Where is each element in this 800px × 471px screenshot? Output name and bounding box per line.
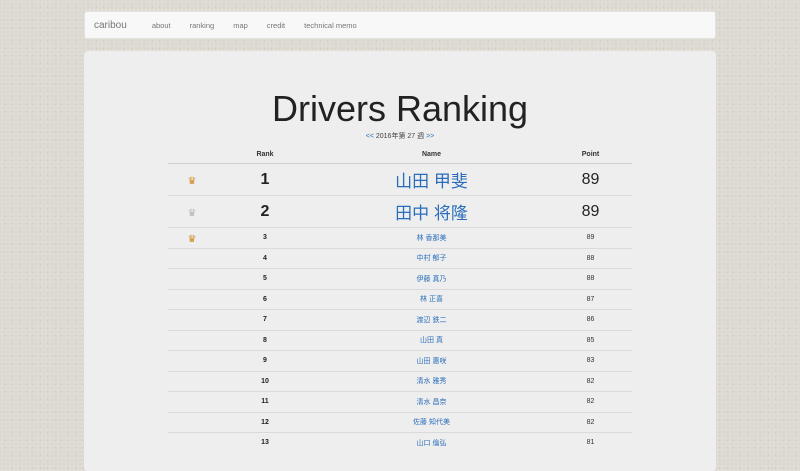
week-navigation: << 2016年第 27 週 >> [84, 132, 716, 142]
table-row: ♛ 1 山田 甲斐 89 [168, 163, 632, 196]
rank-cell: 1 [216, 163, 314, 196]
rank-cell: 8 [216, 329, 314, 351]
point-cell: 82 [549, 391, 632, 412]
table-row: 4 中村 郁子 88 [168, 247, 632, 269]
nav-link-map[interactable]: map [233, 21, 248, 30]
driver-name-link[interactable]: 山田 惠咲 [314, 350, 549, 371]
driver-name-link[interactable]: 清水 昌奈 [314, 391, 549, 412]
content-panel: Drivers Ranking << 2016年第 27 週 >> Rank N… [84, 51, 716, 471]
rank-cell: 3 [216, 227, 314, 248]
rank-cell: 7 [216, 309, 314, 330]
point-cell: 85 [549, 329, 632, 351]
rank-cell: 2 [216, 195, 314, 228]
crown-cell [168, 432, 216, 453]
table-row: 8 山田 真 85 [168, 329, 632, 351]
ranking-table-body: ♛ 1 山田 甲斐 89 ♛ 2 田中 将隆 89 ♛ 3 林 香那美 89 4 中村 郁子 88 5 伊藤 真… [168, 163, 632, 453]
prev-week-link[interactable]: << [366, 133, 374, 140]
crown-cell [168, 288, 216, 310]
header-crown [168, 145, 216, 164]
table-row: 10 清水 雅秀 82 [168, 370, 632, 392]
nav-link-about[interactable]: about [152, 21, 171, 30]
crown-cell [168, 329, 216, 351]
point-cell: 87 [549, 288, 632, 310]
header-name: Name [314, 145, 549, 164]
week-label: 2016年第 27 週 [375, 133, 425, 140]
crown-icon: ♛ [187, 207, 197, 219]
point-cell: 89 [549, 195, 632, 228]
table-row: 6林 正喜 87 [168, 288, 632, 310]
nav-link-technical-memo[interactable]: technical memo [304, 21, 357, 30]
crown-cell: ♛ [168, 227, 216, 248]
rank-cell: 10 [216, 370, 314, 392]
nav-link-credit[interactable]: credit [267, 21, 285, 30]
driver-name-link[interactable]: 伊藤 真乃 [314, 268, 549, 289]
crown-cell: ♛ [168, 163, 216, 196]
point-cell: 86 [549, 309, 632, 330]
driver-name-link[interactable]: 清水 雅秀 [314, 370, 549, 392]
point-cell: 83 [549, 350, 632, 371]
driver-name-link[interactable]: 山田 真 [314, 329, 549, 351]
point-cell: 88 [549, 247, 632, 269]
table-row: ♛ 3 林 香那美 89 [168, 227, 632, 248]
crown-icon: ♛ [187, 233, 197, 245]
point-cell: 82 [549, 370, 632, 392]
table-row: 7 渡辺 鉄二 86 [168, 309, 632, 330]
crown-cell [168, 247, 216, 269]
point-cell: 81 [549, 432, 632, 453]
driver-name-link[interactable]: 田中 将隆 [314, 195, 549, 228]
point-cell: 89 [549, 163, 632, 196]
header-rank: Rank [216, 145, 314, 164]
rank-cell: 13 [216, 432, 314, 453]
crown-cell [168, 350, 216, 371]
point-cell: 89 [549, 227, 632, 248]
crown-cell [168, 411, 216, 433]
top-navbar: caribou about ranking map credit technic… [84, 11, 716, 39]
rank-cell: 11 [216, 391, 314, 412]
table-row: 11 清水 昌奈 82 [168, 391, 632, 412]
page-title: Drivers Ranking [271, 88, 529, 129]
crown-cell [168, 391, 216, 412]
next-week-link[interactable]: >> [426, 133, 434, 140]
driver-name-link[interactable]: 中村 郁子 [314, 247, 549, 269]
driver-name-link[interactable]: 渡辺 鉄二 [314, 309, 549, 330]
point-cell: 82 [549, 411, 632, 433]
table-row: 12 佐藤 知代美 82 [168, 411, 632, 433]
driver-name-link[interactable]: 山田 甲斐 [314, 163, 549, 196]
nav-link-ranking[interactable]: ranking [190, 21, 215, 30]
rank-cell: 4 [216, 247, 314, 269]
driver-name-link[interactable]: 山口 倫弘 [314, 432, 549, 453]
rank-cell: 5 [216, 268, 314, 289]
rank-cell: 9 [216, 350, 314, 371]
ranking-table: Rank Name Point ♛ 1 山田 甲斐 89 ♛ 2 田中 将隆 89 ♛ 3 林 香那… [168, 145, 632, 453]
rank-cell: 6 [216, 288, 314, 310]
crown-icon: ♛ [187, 175, 197, 187]
crown-cell [168, 309, 216, 330]
header-point: Point [549, 145, 632, 164]
driver-name-link[interactable]: 佐藤 知代美 [314, 411, 549, 433]
table-header-row: Rank Name Point [168, 145, 632, 164]
crown-cell: ♛ [168, 195, 216, 228]
table-row: 9 山田 惠咲 83 [168, 350, 632, 371]
crown-cell [168, 268, 216, 289]
driver-name-link[interactable]: 林 正喜 [314, 288, 549, 310]
table-row: 5 伊藤 真乃 88 [168, 268, 632, 289]
crown-cell [168, 370, 216, 392]
table-row: ♛ 2 田中 将隆 89 [168, 195, 632, 228]
driver-name-link[interactable]: 林 香那美 [314, 227, 549, 248]
point-cell: 88 [549, 268, 632, 289]
navbar-brand[interactable]: caribou [94, 20, 127, 31]
rank-cell: 12 [216, 411, 314, 433]
table-row: 13 山口 倫弘 81 [168, 432, 632, 453]
